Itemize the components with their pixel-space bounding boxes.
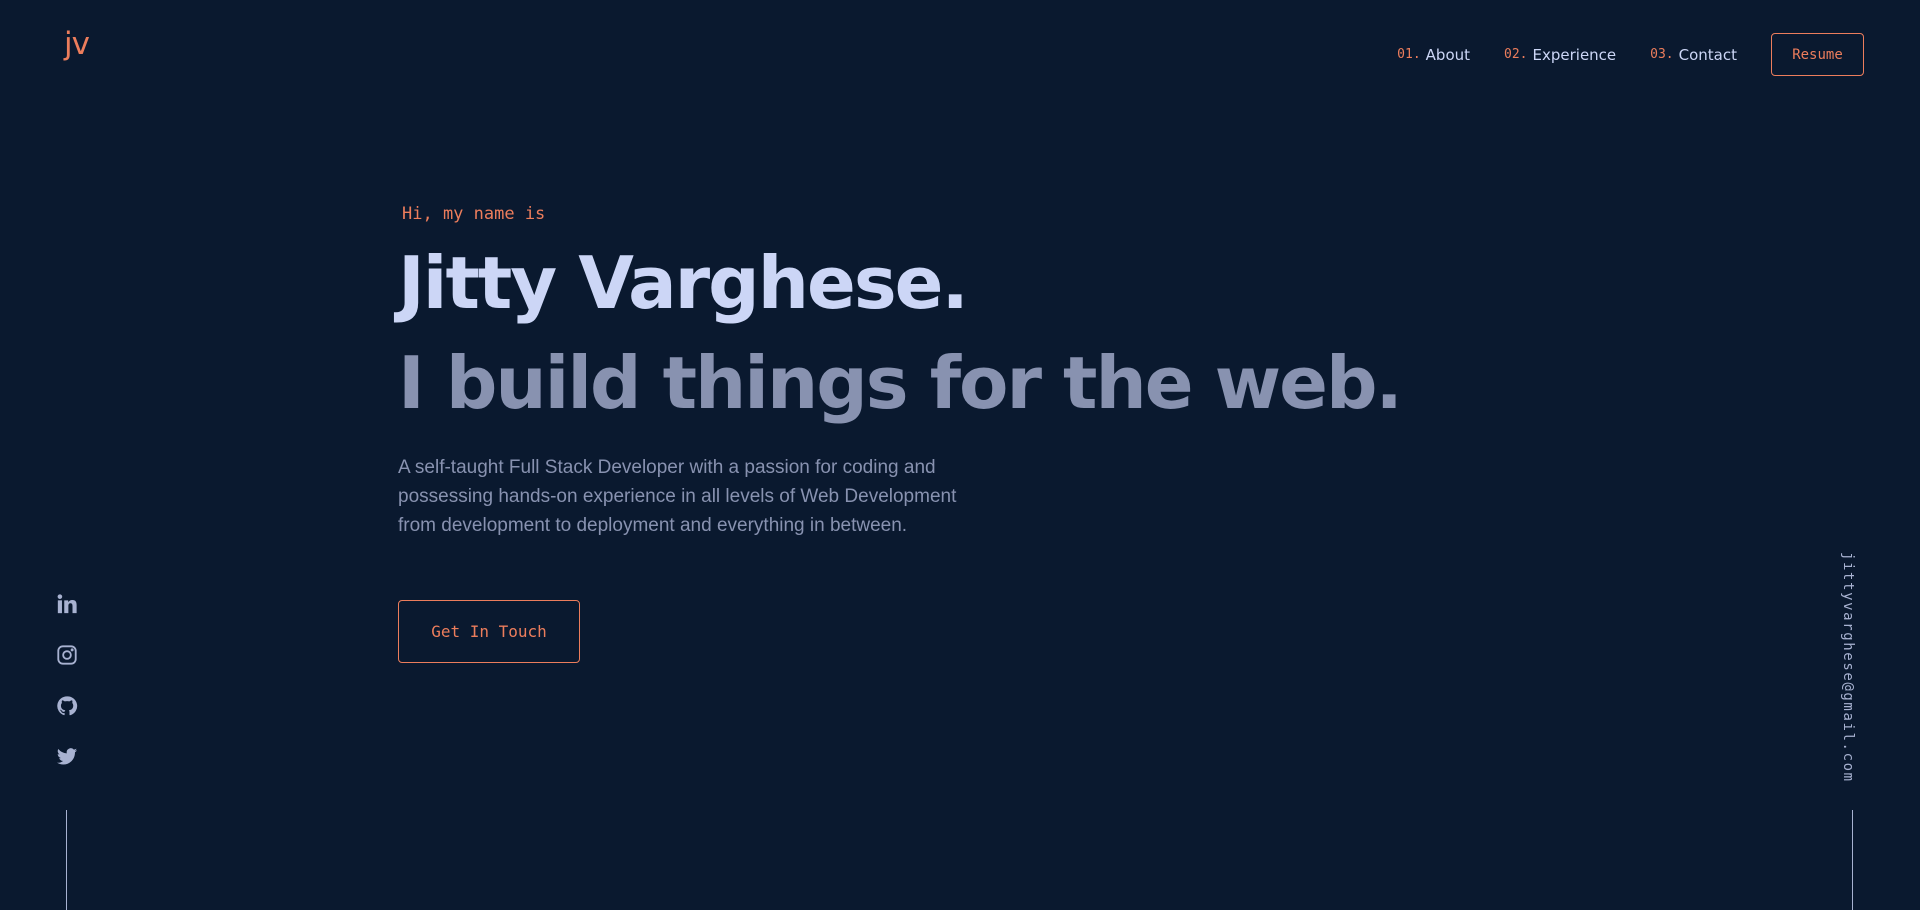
resume-button[interactable]: Resume <box>1771 33 1864 76</box>
get-in-touch-button[interactable]: Get In Touch <box>398 600 580 663</box>
nav-number: 02. <box>1504 47 1528 62</box>
hero-intro: Hi, my name is <box>402 204 546 224</box>
hero-description: A self-taught Full Stack Developer with … <box>398 457 957 536</box>
github-link[interactable] <box>55 694 79 718</box>
twitter-icon <box>56 748 78 765</box>
left-divider-line <box>66 810 67 910</box>
nav-item-contact[interactable]: 03. Contact <box>1650 46 1737 64</box>
github-icon <box>57 696 78 716</box>
nav-number: 03. <box>1650 47 1674 62</box>
linkedin-icon <box>57 594 77 614</box>
twitter-link[interactable] <box>55 745 79 769</box>
email-link[interactable]: jittyvarghese@gmail.com <box>1840 552 1856 783</box>
linkedin-link[interactable] <box>55 592 79 616</box>
hero-name: Jitty Varghese. <box>398 241 969 325</box>
nav-number: 01. <box>1397 47 1421 62</box>
nav-label: Contact <box>1678 45 1737 64</box>
logo-link[interactable]: jv <box>64 26 90 62</box>
main-nav: 01. About 02. Experience 03. Contact Res… <box>1397 33 1864 76</box>
nav-item-about[interactable]: 01. About <box>1397 46 1470 64</box>
portfolio-page: jv 01. About 02. Experience 03. Contact … <box>0 0 1920 910</box>
nav-label: Experience <box>1532 45 1617 64</box>
social-links <box>55 592 79 796</box>
instagram-icon <box>57 645 77 665</box>
right-divider-line <box>1852 810 1853 910</box>
nav-item-experience[interactable]: 02. Experience <box>1504 46 1616 64</box>
hero-section: Hi, my name is Jitty Varghese. I build t… <box>398 198 1498 663</box>
nav-label: About <box>1425 45 1471 64</box>
instagram-link[interactable] <box>55 643 79 667</box>
hero-tagline: I build things for the web. <box>398 341 1403 425</box>
